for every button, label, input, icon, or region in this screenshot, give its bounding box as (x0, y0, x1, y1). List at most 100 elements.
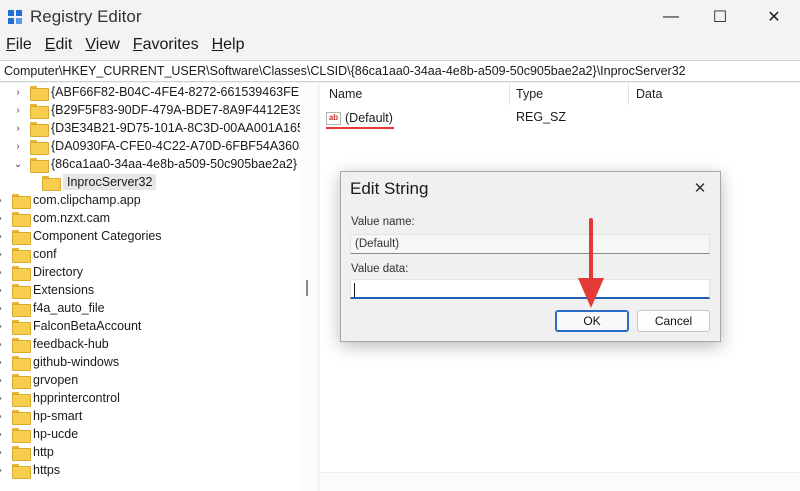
values-horizontal-scrollbar[interactable] (320, 472, 800, 491)
tree-item-label: f4a_auto_file (33, 301, 105, 315)
tree-item[interactable]: › Component Categories (0, 227, 162, 245)
tree-item-label: Directory (33, 265, 84, 279)
value-type: REG_SZ (516, 110, 567, 124)
chevron-right-icon[interactable]: › (0, 321, 6, 332)
maximize-button[interactable]: ☐ (697, 4, 743, 30)
chevron-right-icon[interactable]: › (0, 195, 6, 206)
tree-item-label: {DA0930FA-CFE0-4C22-A70D-6FBF54A36032} (51, 139, 300, 153)
text-caret (354, 283, 355, 297)
close-button[interactable]: ✕ (751, 4, 797, 30)
dialog-close-button[interactable]: ✕ (686, 176, 714, 200)
address-bar[interactable]: Computer\HKEY_CURRENT_USER\Software\Clas… (0, 60, 800, 82)
tree-item[interactable]: › hp-smart (0, 407, 82, 425)
folder-icon (30, 85, 49, 101)
folder-icon (12, 211, 31, 227)
tree-item[interactable]: › com.nzxt.cam (0, 209, 110, 227)
column-header-data[interactable]: Data (636, 87, 662, 101)
tree-item-selected[interactable]: InprocServer32 (42, 173, 157, 191)
chevron-right-icon[interactable]: › (0, 267, 6, 278)
chevron-right-icon[interactable]: › (0, 375, 6, 386)
menu-favorites[interactable]: Favorites (133, 36, 199, 58)
cancel-button[interactable]: Cancel (637, 310, 710, 332)
menu-bar: File Edit View Favorites Help (0, 36, 800, 58)
chevron-right-icon[interactable]: › (12, 141, 24, 152)
tree-item-expanded[interactable]: ⌄ {86ca1aa0-34aa-4e8b-a509-50c905bae2a2} (12, 155, 297, 173)
chevron-down-icon[interactable]: ⌄ (12, 159, 24, 170)
tree-scrollbar[interactable] (300, 83, 318, 491)
chevron-right-icon[interactable]: › (12, 87, 24, 98)
column-header-type[interactable]: Type (516, 87, 543, 101)
chevron-right-icon[interactable]: › (0, 447, 6, 458)
folder-icon (12, 319, 31, 335)
pane-splitter[interactable] (306, 280, 308, 296)
value-row[interactable]: ab (Default) (326, 109, 393, 127)
minimize-button[interactable]: — (648, 4, 694, 30)
chevron-right-icon[interactable]: › (0, 429, 6, 440)
chevron-right-icon[interactable]: › (0, 213, 6, 224)
folder-icon (12, 409, 31, 425)
tree-item-label: conf (33, 247, 57, 261)
menu-view[interactable]: View (85, 36, 119, 58)
chevron-right-icon[interactable]: › (0, 465, 6, 476)
string-value-icon: ab (326, 111, 341, 125)
chevron-right-icon[interactable]: › (0, 357, 6, 368)
tree-item[interactable]: › grvopen (0, 371, 78, 389)
column-header-name[interactable]: Name (329, 87, 362, 101)
annotation-arrow (578, 218, 604, 308)
folder-icon (30, 139, 49, 155)
menu-file[interactable]: File (6, 36, 32, 58)
folder-icon (12, 265, 31, 281)
tree-item[interactable]: › FalconBetaAccount (0, 317, 141, 335)
tree-item-label: hp-ucde (33, 427, 79, 441)
menu-help[interactable]: Help (212, 36, 245, 58)
tree-item-label: hpprintercontrol (33, 391, 120, 405)
folder-icon (12, 391, 31, 407)
tree-item[interactable]: › https (0, 461, 60, 479)
tree-item[interactable]: › hp-ucde (0, 425, 78, 443)
chevron-right-icon[interactable]: › (0, 339, 6, 350)
value-data-input[interactable] (350, 279, 710, 299)
tree-item-label: com.nzxt.cam (33, 211, 111, 225)
tree-item-label: {86ca1aa0-34aa-4e8b-a509-50c905bae2a2} (51, 157, 298, 171)
value-data-label: Value data: (351, 263, 409, 275)
chevron-right-icon[interactable]: › (0, 249, 6, 260)
ok-button[interactable]: OK (555, 310, 629, 332)
tree-item[interactable]: › Extensions (0, 281, 94, 299)
tree-item-label: {B29F5F83-90DF-479A-BDE7-8A9F4412E394} (51, 103, 300, 117)
value-name-field: (Default) (350, 234, 710, 254)
folder-icon (30, 103, 49, 119)
tree-item-label: feedback-hub (33, 337, 109, 351)
tree-item[interactable]: › com.clipchamp.app (0, 191, 141, 209)
tree-item[interactable]: › github-windows (0, 353, 119, 371)
tree-item[interactable]: › hpprintercontrol (0, 389, 120, 407)
chevron-right-icon[interactable]: › (0, 303, 6, 314)
tree-item[interactable]: › feedback-hub (0, 335, 109, 353)
chevron-right-icon[interactable]: › (12, 123, 24, 134)
folder-icon (30, 157, 49, 173)
tree-item[interactable]: › Directory (0, 263, 83, 281)
chevron-right-icon[interactable]: › (0, 393, 6, 404)
tree-item-label: FalconBetaAccount (33, 319, 142, 333)
dialog-title: Edit String (350, 179, 429, 198)
tree-item-label: Component Categories (33, 229, 162, 243)
menu-edit[interactable]: Edit (45, 36, 73, 58)
tree-item[interactable]: › {ABF66F82-B04C-4FE4-8272-661539463FE1} (12, 83, 300, 101)
chevron-right-icon[interactable]: › (12, 105, 24, 116)
folder-icon (12, 355, 31, 371)
column-divider[interactable] (509, 83, 510, 105)
chevron-right-icon[interactable]: › (0, 231, 6, 242)
tree-item[interactable]: › http (0, 443, 54, 461)
folder-icon (12, 301, 31, 317)
tree-item[interactable]: › f4a_auto_file (0, 299, 105, 317)
folder-icon (12, 463, 31, 479)
tree-item-label: github-windows (33, 355, 120, 369)
tree-item[interactable]: › {D3E34B21-9D75-101A-8C3D-00AA001A1652} (12, 119, 300, 137)
window-title: Registry Editor (30, 7, 142, 26)
tree-item[interactable]: › conf (0, 245, 57, 263)
tree-item[interactable]: › {B29F5F83-90DF-479A-BDE7-8A9F4412E394} (12, 101, 300, 119)
tree-item[interactable]: › {DA0930FA-CFE0-4C22-A70D-6FBF54A36032} (12, 137, 300, 155)
chevron-right-icon[interactable]: › (0, 411, 6, 422)
chevron-right-icon[interactable]: › (0, 285, 6, 296)
column-divider[interactable] (628, 83, 629, 105)
key-tree[interactable]: › {ABF66F82-B04C-4FE4-8272-661539463FE1}… (0, 83, 300, 491)
